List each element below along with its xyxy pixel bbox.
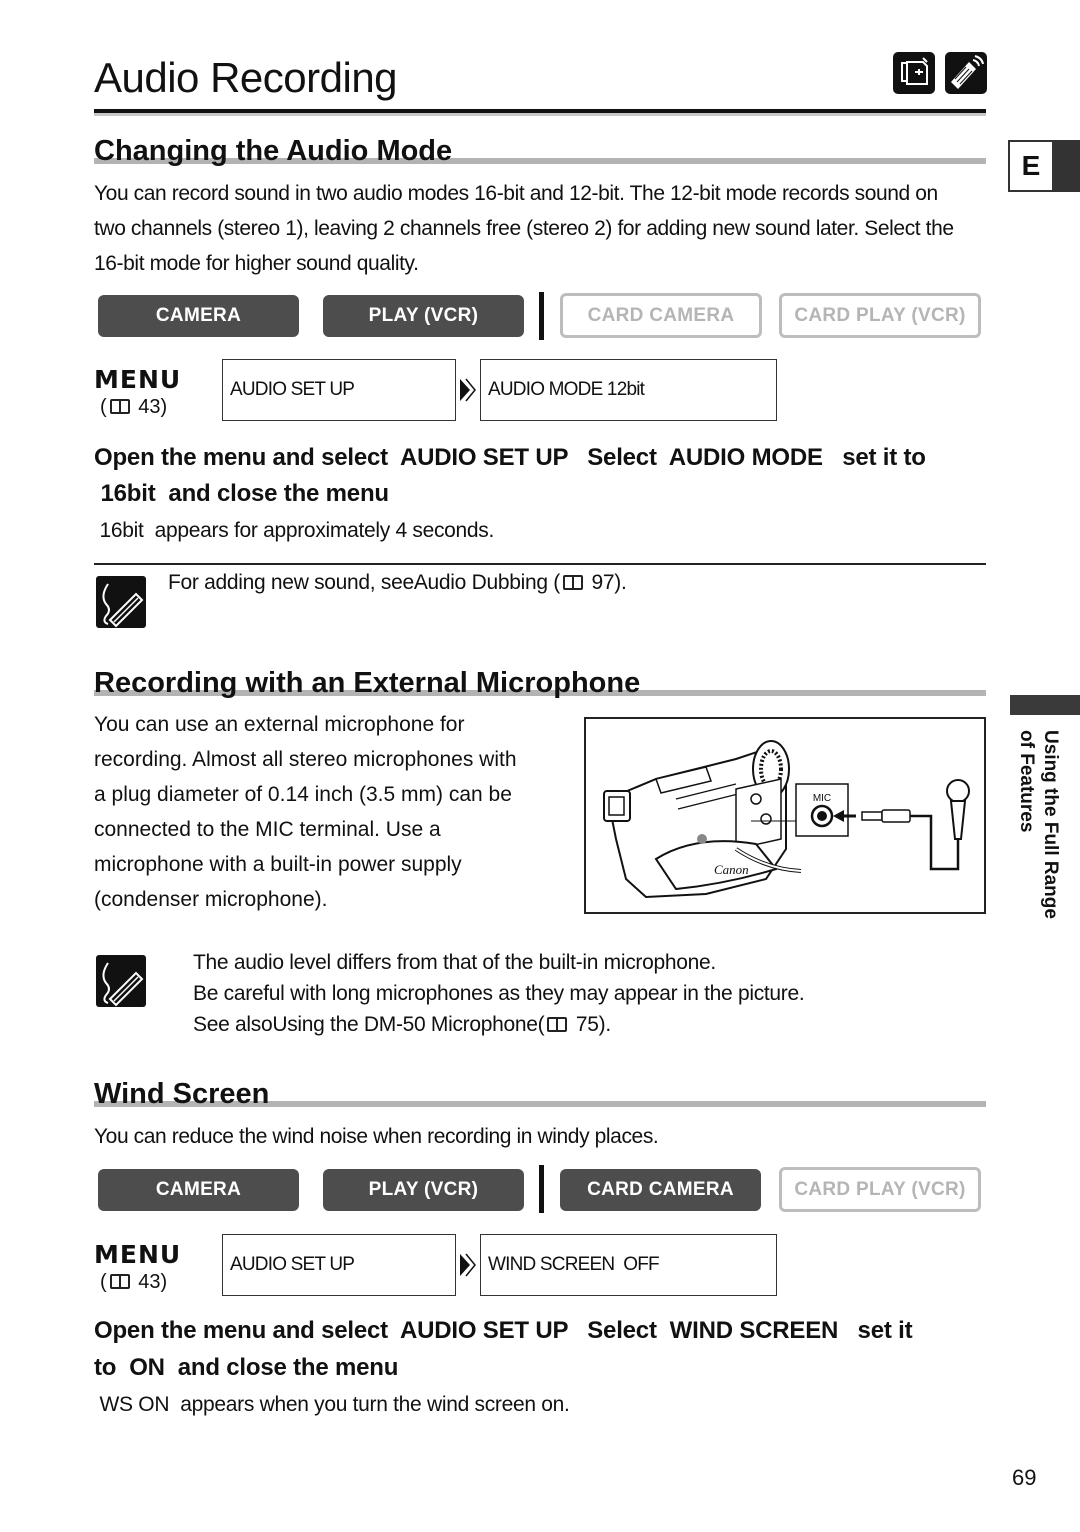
title-rule-shadow — [94, 113, 986, 116]
menu-label: MENU — [94, 1240, 182, 1269]
book-icon — [562, 575, 583, 590]
section-body: You can reduce the wind noise when recor… — [94, 1125, 659, 1148]
book-icon — [109, 399, 130, 414]
menu-label: MENU — [94, 365, 182, 394]
body-line: connected to the MIC terminal. Use a — [94, 818, 441, 841]
book-icon — [547, 1017, 568, 1032]
see-also-text: See also — [193, 1013, 273, 1036]
heading-text: Recording with an External Microphone — [94, 667, 641, 699]
body-line: recording. Almost all stereo microphones… — [94, 748, 517, 771]
menu-step-audio-mode: AUDIO MODE 12bit — [480, 359, 777, 421]
mic-terminal-label: MIC — [813, 793, 831, 804]
body-line: You can use an external microphone for — [94, 713, 465, 736]
note-item: Be careful with long microphones as they… — [193, 982, 805, 1005]
note-link-audio-dubbing[interactable]: Audio Dubbing ( — [414, 571, 560, 594]
svg-text:Canon: Canon — [714, 862, 749, 877]
remote-control-icon — [945, 52, 987, 94]
menu-step-wind-screen: WIND SCREEN OFF — [480, 1234, 777, 1296]
instruction-line-2: 16bit and close the menu — [94, 480, 389, 507]
double-chevron-right-icon — [460, 378, 476, 402]
mic-notes: The audio level differs from that of the… — [193, 947, 805, 1040]
mode-camera: CAMERA — [98, 295, 299, 337]
note-end: ). — [614, 571, 627, 594]
menu-page-ref: ( 43) — [100, 1271, 168, 1293]
note-pencil-icon — [96, 955, 146, 1007]
page-number: 69 — [1012, 1465, 1037, 1490]
mode-play-vcr: PLAY (VCR) — [323, 295, 524, 337]
heading-text: Wind Screen — [94, 1078, 270, 1110]
mode-separator — [539, 1165, 544, 1213]
menu-step-audio-set-up: AUDIO SET UP — [222, 1234, 456, 1296]
menu-ref-number: 43 — [138, 1271, 161, 1293]
camcorder-icon — [893, 52, 935, 94]
page-title: Audio Recording — [94, 54, 398, 101]
side-tab-text: Using the Full Range of Features — [1016, 730, 1061, 919]
instruction-line-2: to ON and close the menu — [94, 1354, 399, 1381]
language-tab: E — [1008, 140, 1052, 192]
language-tab-bar — [1052, 140, 1080, 192]
mode-separator — [539, 292, 544, 340]
note-ref-number: 97 — [591, 571, 615, 594]
body-line: (condenser microphone). — [94, 888, 328, 911]
see-also-end: ). — [598, 1013, 612, 1036]
instruction-line-1: Open the menu and select AUDIO SET UP Se… — [94, 444, 926, 471]
note-text: For adding new sound, see — [168, 571, 414, 594]
mode-play-vcr: PLAY (VCR) — [323, 1169, 524, 1211]
body-line: microphone with a built-in power supply — [94, 853, 462, 876]
note-pencil-icon — [96, 576, 146, 628]
note-audio-dubbing: For adding new sound, seeAudio Dubbing (… — [168, 571, 627, 595]
divider — [94, 563, 986, 565]
mode-card-camera: CARD CAMERA — [560, 293, 762, 338]
section-body: You can use an external microphone for r… — [94, 707, 564, 917]
section-heading-audio-mode: Changing the Audio Mode — [94, 134, 986, 168]
note-item: The audio level differs from that of the… — [193, 951, 716, 974]
mode-camera: CAMERA — [98, 1169, 299, 1211]
result-text: WS ON appears when you turn the wind scr… — [94, 1393, 570, 1416]
side-tab-label: Using the Full Range of Features — [1012, 730, 1062, 940]
mode-card-play-vcr: CARD PLAY (VCR) — [779, 293, 981, 338]
mic-connection-illustration: Canon MIC — [584, 717, 986, 914]
double-chevron-right-icon — [460, 1253, 476, 1277]
section-body: You can record sound in two audio modes … — [94, 182, 954, 275]
heading-text: Changing the Audio Mode — [94, 135, 453, 167]
menu-step-audio-set-up: AUDIO SET UP — [222, 359, 456, 421]
mode-card-play-vcr: CARD PLAY (VCR) — [779, 1167, 981, 1212]
book-icon — [109, 1274, 130, 1289]
see-also-ref-number: 75 — [575, 1013, 599, 1036]
section-heading-wind-screen: Wind Screen — [94, 1077, 986, 1111]
section-heading-external-mic: Recording with an External Microphone — [94, 666, 986, 700]
result-text: 16bit appears for approximately 4 second… — [94, 519, 495, 542]
menu-page-ref: ( 43) — [100, 396, 168, 418]
menu-ref-number: 43 — [138, 396, 161, 418]
see-also-link-dm50[interactable]: Using the DM-50 Microphone — [272, 1013, 538, 1036]
side-tab-bar — [1010, 695, 1080, 715]
note-item: See alsoUsing the DM-50 Microphone( 75). — [193, 1013, 612, 1036]
camcorder-illustration: Canon MIC — [603, 740, 970, 899]
instruction-line-1: Open the menu and select AUDIO SET UP Se… — [94, 1317, 913, 1344]
body-line: a plug diameter of 0.14 inch (3.5 mm) ca… — [94, 783, 512, 806]
mode-card-camera: CARD CAMERA — [560, 1169, 761, 1211]
